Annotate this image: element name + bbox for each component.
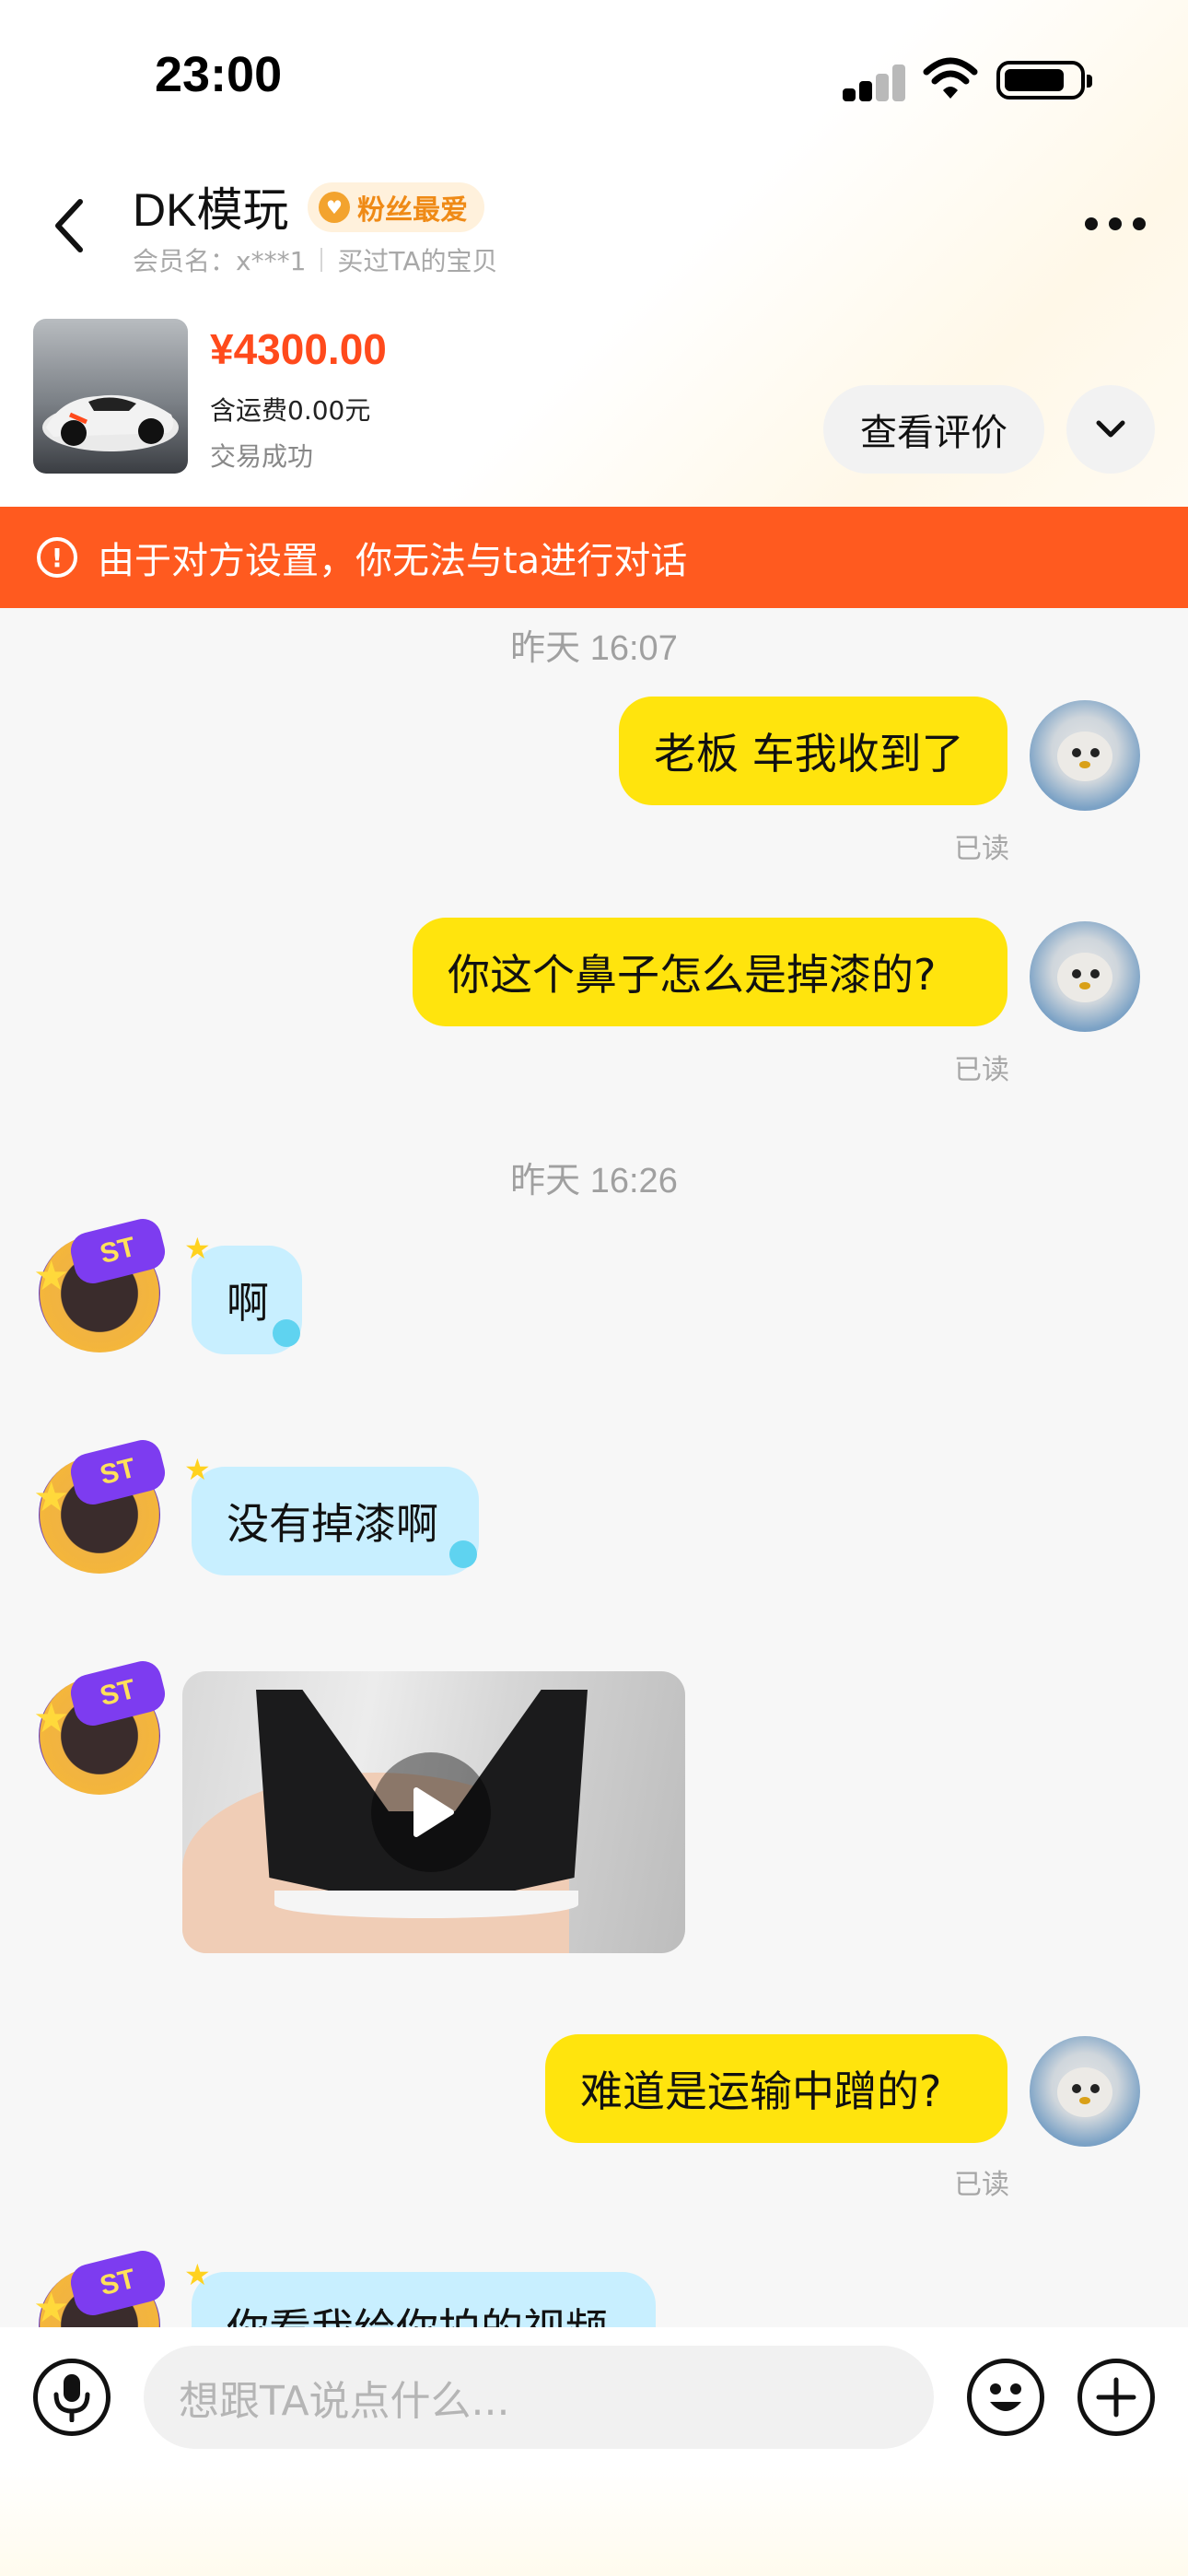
read-status: 已读 [954,2169,1009,2201]
car-image [42,394,179,451]
fan-badge-label: 粉丝最爱 [357,194,468,227]
emoji-button[interactable] [967,2359,1044,2436]
chevron-left-icon [55,199,83,252]
member-name: 会员名：x***1 [133,246,307,276]
chat-timestamp: 昨天 16:07 [510,629,678,668]
purchase-note: 买过TA的宝贝 [337,246,498,276]
my-avatar[interactable] [1030,2036,1140,2147]
my-avatar[interactable] [1030,700,1140,811]
message-bubble[interactable]: 你这个鼻子怎么是掉漆的? [413,918,1007,1026]
message-input[interactable]: 想跟TA说点什么... [144,2346,934,2449]
seller-avatar[interactable]: ST ★ [33,1214,171,1354]
plus-button[interactable] [1077,2359,1155,2436]
divider [320,248,323,272]
my-avatar[interactable] [1030,921,1140,1032]
heart-shield-icon: ♥ [319,192,350,223]
play-icon[interactable] [371,1752,491,1872]
star-decoration-icon: ★ [184,2257,211,2292]
read-status: 已读 [954,1054,1009,1086]
microphone-icon [53,2374,90,2422]
chevron-down-icon [1096,420,1125,438]
emoji-icon [990,2383,1021,2411]
blocked-notice-text: 由于对方设置，你无法与ta进行对话 [98,540,688,582]
microphone-button[interactable] [33,2359,111,2436]
video-message[interactable] [182,1671,685,1953]
wifi-icon [923,57,978,99]
seller-avatar[interactable]: ST ★ [33,1435,171,1575]
member-info: 会员名：x***1 买过TA的宝贝 [133,241,497,278]
bunny-decoration-icon [449,1540,477,1568]
message-bubble[interactable]: 老板 车我收到了 [619,697,1007,805]
back-button[interactable] [37,184,101,267]
star-decoration-icon: ★ [184,1231,211,1266]
blocked-notice: ! 由于对方设置，你无法与ta进行对话 [0,507,1188,608]
more-dots-icon[interactable] [1085,217,1146,232]
bunny-decoration-icon [273,1319,300,1347]
status-time: 23:00 [155,47,283,102]
product-price: ¥4300.00 [210,325,387,373]
expand-button[interactable] [1066,385,1155,474]
star-decoration-icon: ★ [184,1452,211,1487]
battery-icon [996,61,1092,100]
chat-timestamp: 昨天 16:26 [510,1162,678,1200]
read-status: 已读 [954,833,1009,865]
message-bubble[interactable]: 难道是运输中蹭的? [545,2034,1007,2143]
view-review-button[interactable]: 查看评价 [823,385,1044,474]
product-thumbnail[interactable] [33,319,188,474]
seller-avatar[interactable]: ST ★ [33,1657,171,1797]
shop-name[interactable]: DK模玩 [133,173,288,240]
warning-icon: ! [37,537,77,578]
deal-status: 交易成功 [210,441,314,472]
plus-icon [1096,2377,1136,2418]
shipping-fee: 含运费0.00元 [210,395,371,426]
message-bubble[interactable]: 没有掉漆啊 [192,1467,479,1575]
cellular-signal-icon [843,64,907,101]
fan-badge: ♥ 粉丝最爱 [308,182,484,232]
